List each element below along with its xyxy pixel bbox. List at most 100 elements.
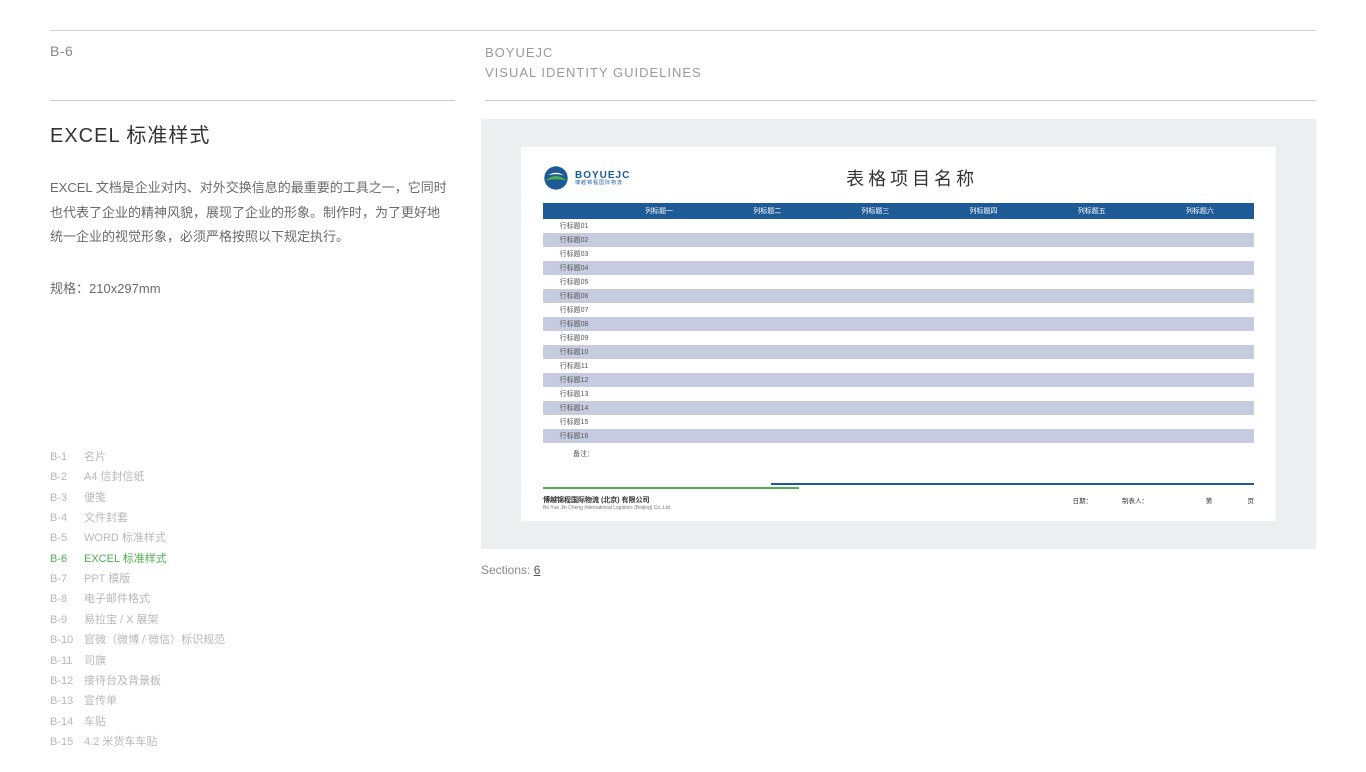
table-row: 行标题02	[543, 233, 1254, 247]
footer-company-cn: 博越锦程国际物流 (北京) 有限公司	[543, 495, 671, 505]
table-cell	[605, 247, 713, 261]
table-cell	[821, 331, 929, 345]
table-cell	[821, 233, 929, 247]
nav-item-code: B-2	[50, 467, 84, 487]
row-header: 行标题03	[543, 247, 605, 261]
table-cell	[929, 219, 1037, 233]
sheet-title: 表格项目名称	[630, 165, 1254, 191]
table-row: 行标题01	[543, 219, 1254, 233]
table-cell	[1038, 261, 1146, 275]
table-cell	[821, 401, 929, 415]
sections-number: 6	[534, 563, 541, 577]
logo-block: BOYUEJC 博越锦程国际物流	[543, 165, 630, 191]
table-cell	[1038, 275, 1146, 289]
table-cell	[821, 359, 929, 373]
nav-item-label: 文件封套	[84, 508, 128, 528]
sheet-note: 备注：	[543, 449, 1254, 459]
table-cell	[605, 303, 713, 317]
table-cell	[1146, 317, 1254, 331]
logo-icon	[543, 165, 569, 191]
table-cell	[605, 275, 713, 289]
sections-label: Sections: 6	[481, 563, 1316, 577]
nav-item[interactable]: B-1名片	[50, 447, 451, 467]
nav-item-label: WORD 标准样式	[84, 528, 166, 548]
nav-item[interactable]: B-3便笺	[50, 488, 451, 508]
table-row: 行标题09	[543, 331, 1254, 345]
nav-item-code: B-13	[50, 691, 84, 711]
footer-meta: 日期： 制表人： 第 页	[1045, 495, 1254, 511]
logo-text-bottom: 博越锦程国际物流	[575, 181, 630, 186]
table-cell	[605, 345, 713, 359]
nav-item-label: 司旗	[84, 651, 106, 671]
table-cell	[929, 317, 1037, 331]
table-cell	[713, 303, 821, 317]
table-cell	[929, 233, 1037, 247]
table-cell	[929, 261, 1037, 275]
nav-item[interactable]: B-11司旗	[50, 651, 451, 671]
table-cell	[821, 317, 929, 331]
sheet-table: 列标题一列标题二列标题三列标题四列标题五列标题六 行标题01行标题02行标题03…	[543, 203, 1254, 443]
table-cell	[713, 373, 821, 387]
table-cell	[1038, 359, 1146, 373]
page-code: B-6	[50, 43, 455, 59]
table-cell	[713, 317, 821, 331]
table-cell	[1146, 275, 1254, 289]
nav-item-label: 官微（微博 / 微信）标识规范	[84, 630, 225, 650]
table-cell	[1038, 331, 1146, 345]
table-cell	[605, 359, 713, 373]
table-cell	[821, 415, 929, 429]
nav-item[interactable]: B-2A4 信封信纸	[50, 467, 451, 487]
section-body: EXCEL 文档是企业对内、对外交换信息的最重要的工具之一，它同时也代表了企业的…	[50, 176, 451, 250]
table-cell	[1146, 303, 1254, 317]
table-cell	[821, 247, 929, 261]
table-cell	[929, 429, 1037, 443]
table-cell	[1146, 401, 1254, 415]
nav-item-label: 4.2 米货车车贴	[84, 732, 157, 752]
nav-item-code: B-6	[50, 549, 84, 569]
nav-item[interactable]: B-7PPT 模版	[50, 569, 451, 589]
table-cell	[929, 289, 1037, 303]
table-cell	[1038, 219, 1146, 233]
row-header: 行标题08	[543, 317, 605, 331]
table-cell	[605, 387, 713, 401]
table-cell	[605, 373, 713, 387]
row-header: 行标题14	[543, 401, 605, 415]
table-cell	[713, 233, 821, 247]
footer-page-label: 第 页	[1178, 498, 1254, 505]
nav-item[interactable]: B-4文件封套	[50, 508, 451, 528]
nav-item[interactable]: B-154.2 米货车车贴	[50, 732, 451, 752]
row-header: 行标题12	[543, 373, 605, 387]
table-row: 行标题11	[543, 359, 1254, 373]
table-cell	[1038, 289, 1146, 303]
table-cell	[1146, 289, 1254, 303]
table-cell	[713, 247, 821, 261]
table-cell	[1038, 247, 1146, 261]
nav-item[interactable]: B-9易拉宝 / X 展架	[50, 610, 451, 630]
table-row: 行标题08	[543, 317, 1254, 331]
table-cell	[1146, 219, 1254, 233]
table-cell	[1038, 317, 1146, 331]
table-cell	[821, 429, 929, 443]
row-header: 行标题04	[543, 261, 605, 275]
nav-item-code: B-15	[50, 732, 84, 752]
table-cell	[821, 303, 929, 317]
nav-item[interactable]: B-8电子邮件格式	[50, 589, 451, 609]
table-cell	[929, 401, 1037, 415]
column-header: 列标题五	[1038, 203, 1146, 219]
nav-item[interactable]: B-13宣传单	[50, 691, 451, 711]
row-header: 行标题13	[543, 387, 605, 401]
table-cell	[605, 219, 713, 233]
table-cell	[1146, 233, 1254, 247]
nav-item[interactable]: B-5WORD 标准样式	[50, 528, 451, 548]
row-header: 行标题06	[543, 289, 605, 303]
nav-item[interactable]: B-6EXCEL 标准样式	[50, 549, 451, 569]
nav-item-label: PPT 模版	[84, 569, 130, 589]
nav-item[interactable]: B-14车贴	[50, 712, 451, 732]
nav-item-code: B-7	[50, 569, 84, 589]
nav-item[interactable]: B-10官微（微博 / 微信）标识规范	[50, 630, 451, 650]
nav-item[interactable]: B-12接待台及背景板	[50, 671, 451, 691]
nav-item-code: B-3	[50, 488, 84, 508]
table-cell	[713, 387, 821, 401]
nav-item-label: 接待台及背景板	[84, 671, 161, 691]
table-cell	[713, 331, 821, 345]
